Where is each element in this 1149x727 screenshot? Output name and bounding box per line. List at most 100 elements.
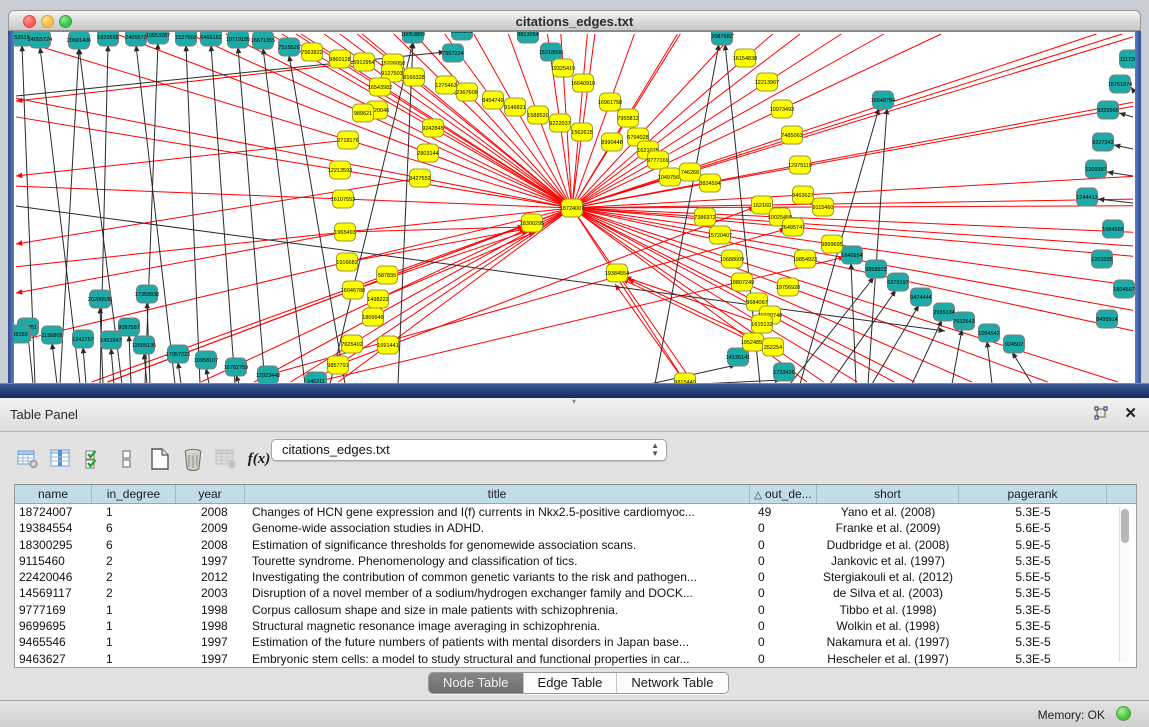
graph-node-label: 7386372 <box>694 215 715 221</box>
graph-edge <box>868 108 887 384</box>
close-panel-icon[interactable]: ✕ <box>1124 404 1137 422</box>
table-scrollbar-thumb[interactable] <box>1121 509 1129 543</box>
table-cell: 5.3E-5 <box>959 585 1107 601</box>
table-cell: 5.3E-5 <box>959 504 1107 520</box>
network-canvas[interactable]: 1535159240557242069140618295952405572106… <box>14 31 1135 383</box>
table-row[interactable]: 946554611997Estimation of the future num… <box>15 634 1136 650</box>
graph-edge <box>16 178 420 244</box>
float-window-icon[interactable] <box>1093 406 1109 422</box>
table-row[interactable]: 1938455462009Genome-wide association stu… <box>15 520 1136 536</box>
window-border-bottom <box>0 383 1149 398</box>
graph-edge <box>16 117 340 170</box>
delete-column-button[interactable] <box>179 446 207 472</box>
delete-table-button[interactable] <box>212 446 240 472</box>
table-row[interactable]: 2242004622012Investigating the contribut… <box>15 569 1136 585</box>
table-cell: Investigating the contribution of common… <box>245 569 750 585</box>
graph-edge <box>111 348 114 384</box>
graph-node-label: 7563822 <box>301 50 322 56</box>
graph-node-label: 1733426 <box>773 370 794 376</box>
graph-node-label: 19325419 <box>551 66 575 72</box>
graph-node-label: 12213967 <box>755 80 779 86</box>
graph-node-label: 12213593 <box>328 168 352 174</box>
table-panel-header: ▾ Table Panel ✕ <box>0 398 1149 432</box>
show-columns-button[interactable] <box>47 446 75 472</box>
graph-edge <box>83 347 86 384</box>
network-window-title: citations_edges.txt <box>9 14 1140 29</box>
column-header-pagerank[interactable]: pagerank <box>959 485 1107 503</box>
table-columns-icon <box>50 449 72 469</box>
table-cell: 0 <box>750 618 817 634</box>
table-cell: 9465546 <box>15 634 92 650</box>
graph-node-label: 16543982 <box>368 85 392 91</box>
select-all-columns-button[interactable] <box>80 446 108 472</box>
tab-network-table[interactable]: Network Table <box>617 673 727 693</box>
graph-edge <box>178 362 181 384</box>
tab-edge-table[interactable]: Edge Table <box>524 673 618 693</box>
column-header-in_degree[interactable]: in_degree <box>92 485 176 503</box>
graph-edge <box>145 43 158 384</box>
table-cell: 2 <box>92 553 176 569</box>
unselect-all-columns-button[interactable] <box>113 446 141 472</box>
graph-node-label: 10653287 <box>146 33 170 39</box>
graph-edge <box>767 34 841 82</box>
graph-node-label: 1588520 <box>527 113 548 119</box>
graph-edge <box>782 34 941 109</box>
graph-node-label: 1156869 <box>41 333 62 339</box>
table-row[interactable]: 1456911722003Disruption of a novel membe… <box>15 585 1136 601</box>
graph-node-label: 9127503 <box>381 71 402 77</box>
table-panel-title: Table Panel <box>10 407 78 422</box>
graph-node-label: 9474444 <box>910 295 931 301</box>
graph-node-label: 18807249 <box>730 280 754 286</box>
graph-node-label: 2367608 <box>456 90 477 96</box>
column-header-short[interactable]: short <box>817 485 959 503</box>
table-options-button[interactable] <box>14 446 42 472</box>
table-cell: Nakamura et al. (1997) <box>817 634 959 650</box>
table-cell: 2008 <box>176 537 245 553</box>
new-document-icon <box>149 447 171 471</box>
create-column-button[interactable] <box>146 446 174 472</box>
graph-node-label: 9899695 <box>821 242 842 248</box>
graph-node-label: 9777169 <box>647 158 668 164</box>
table-cell: 0 <box>750 537 817 553</box>
table-cell: 1997 <box>176 634 245 650</box>
graph-node-label: 17359938 <box>135 292 159 298</box>
memory-status-icon[interactable] <box>1116 706 1131 721</box>
function-builder-button[interactable]: f(x) <box>245 446 273 472</box>
graph-node-label: 1615132 <box>751 322 772 328</box>
column-header-name[interactable]: name <box>15 485 92 503</box>
table-cell: Stergiakouli et al. (2012) <box>817 569 959 585</box>
table-cell: 9777169 <box>15 602 92 618</box>
column-header-year[interactable]: year <box>176 485 245 503</box>
table-cell: Changes of HCN gene expression and I(f) … <box>245 504 750 520</box>
graph-edge <box>211 45 235 384</box>
table-row[interactable]: 1872400712008Changes of HCN gene express… <box>15 504 1136 520</box>
selected-network-table: citations_edges.txt <box>282 442 390 457</box>
network-graph[interactable]: 1535159240557242069140618295952405572106… <box>14 32 1135 384</box>
graph-edge <box>987 341 992 384</box>
table-row[interactable]: 969969511998Structural magnetic resonanc… <box>15 618 1136 634</box>
graph-node-label: 6794028 <box>627 135 648 141</box>
graph-edge <box>1012 352 1032 384</box>
tab-node-table[interactable]: Node Table <box>429 673 524 693</box>
graph-node-label: 12975115 <box>788 163 812 169</box>
table-scrollbar[interactable] <box>1119 507 1129 662</box>
table-cell: 0 <box>750 569 817 585</box>
network-window-titlebar[interactable]: citations_edges.txt <box>8 10 1141 31</box>
graph-node-label: 10497568 <box>658 175 682 181</box>
table-cell: 1 <box>92 504 176 520</box>
table-row[interactable]: 1830029562008Estimation of significance … <box>15 537 1136 553</box>
column-header-title[interactable]: title <box>245 485 750 503</box>
table-cell: 1 <box>92 602 176 618</box>
network-table-selector[interactable]: citations_edges.txt ▲▼ <box>271 439 667 461</box>
column-header-out_de[interactable]: △out_de... <box>750 485 817 503</box>
table-row[interactable]: 946362711997Embryonic stem cells: a mode… <box>15 651 1136 667</box>
graph-edge <box>800 102 1133 165</box>
table-cell: 2 <box>92 569 176 585</box>
table-row[interactable]: 977716911998Corpus callosum shape and si… <box>15 602 1136 618</box>
table-row[interactable]: 911546021997Tourette syndrome. Phenomeno… <box>15 553 1136 569</box>
table-cell: Disruption of a novel member of a sodium… <box>245 585 750 601</box>
graph-edge <box>790 277 874 384</box>
graph-edge <box>658 34 884 160</box>
window-border-right <box>1135 31 1141 383</box>
panel-splitter-handle[interactable]: ▾ <box>566 397 582 405</box>
